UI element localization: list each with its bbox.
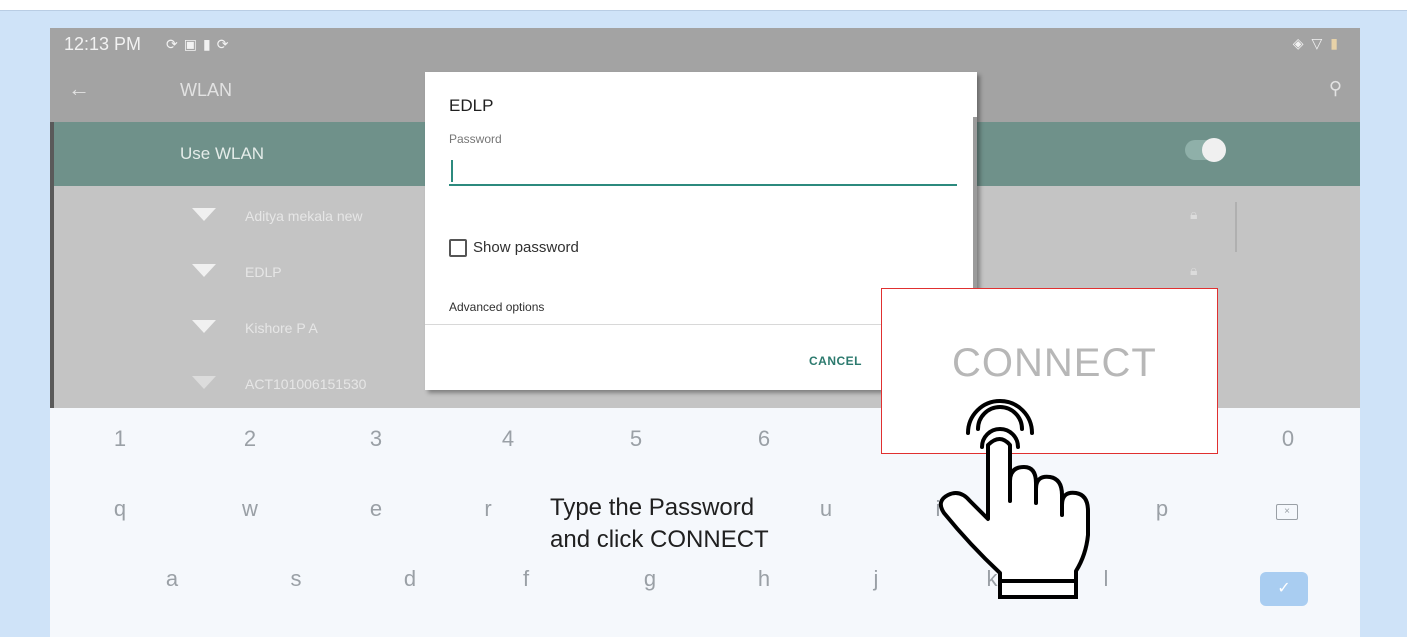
back-arrow-icon[interactable]: ← <box>68 76 90 102</box>
show-password-label[interactable]: Show password <box>473 239 579 256</box>
key-q[interactable]: q <box>100 496 140 522</box>
search-icon[interactable]: ⚲ <box>1329 78 1342 99</box>
sync-icon: ⟳ <box>216 36 235 52</box>
lock-icon: 🔒︎ <box>1190 262 1198 278</box>
backspace-icon[interactable]: × <box>1276 504 1298 520</box>
wifi-signal-icon <box>192 376 216 389</box>
dialog-scrollbar[interactable] <box>973 117 977 289</box>
status-time: 12:13 PM <box>64 34 142 54</box>
text-cursor <box>451 160 453 182</box>
enter-check-icon[interactable]: ✓ <box>1260 572 1308 606</box>
instruction-caption: Type the Password and click CONNECT <box>550 492 769 556</box>
battery-icon: ▮ <box>1330 35 1346 51</box>
notification-icons: ⟳▣▮⟳ <box>166 36 234 53</box>
caption-line-2: and click CONNECT <box>550 526 769 553</box>
key-f[interactable]: f <box>506 566 546 592</box>
key-p[interactable]: p <box>1142 496 1182 522</box>
key-g[interactable]: g <box>630 566 670 592</box>
connect-button[interactable]: CONNECT <box>952 341 1157 386</box>
cancel-button[interactable]: CANCEL <box>809 354 862 368</box>
browser-top-strip <box>0 0 1407 11</box>
key-4[interactable]: 4 <box>488 426 528 452</box>
sync-icon: ⟳ <box>166 36 184 52</box>
advanced-options[interactable]: Advanced options <box>449 300 544 314</box>
network-name: Kishore P A <box>245 320 318 336</box>
key-j[interactable]: j <box>856 566 896 592</box>
wlan-toggle-knob[interactable] <box>1202 138 1226 162</box>
lock-icon: ▮ <box>202 36 217 52</box>
show-password-checkbox[interactable] <box>449 239 467 257</box>
use-wlan-label: Use WLAN <box>180 144 265 163</box>
key-a[interactable]: a <box>152 566 192 592</box>
password-label: Password <box>449 132 502 146</box>
key-u[interactable]: u <box>806 496 846 522</box>
key-5[interactable]: 5 <box>616 426 656 452</box>
caption-line-1: Type the Password <box>550 494 755 521</box>
status-bar: 12:13 PM ⟳▣▮⟳ ◈▽▮ <box>50 28 1360 62</box>
app-bar-title: WLAN <box>180 80 233 100</box>
wifi-icon: ▽ <box>1311 35 1331 51</box>
wifi-signal-icon <box>192 320 216 333</box>
vibrate-icon: ◈ <box>1292 35 1312 51</box>
key-1[interactable]: 1 <box>100 426 140 452</box>
key-h[interactable]: h <box>744 566 784 592</box>
network-name: ACT101006151530 <box>245 376 367 392</box>
wifi-signal-icon <box>192 264 216 277</box>
key-3[interactable]: 3 <box>356 426 396 452</box>
list-divider <box>1235 202 1237 252</box>
system-icons: ◈▽▮ <box>1293 35 1346 52</box>
dialog-title: EDLP <box>449 96 494 115</box>
tap-hand-icon <box>938 399 1090 599</box>
key-w[interactable]: w <box>230 496 270 522</box>
network-name: Aditya mekala new <box>245 208 363 224</box>
key-2[interactable]: 2 <box>230 426 270 452</box>
image-icon: ▣ <box>183 36 203 52</box>
password-input[interactable] <box>449 156 957 186</box>
key-0[interactable]: 0 <box>1268 426 1308 452</box>
lock-icon: 🔒︎ <box>1190 206 1198 222</box>
key-s[interactable]: s <box>276 566 316 592</box>
key-e[interactable]: e <box>356 496 396 522</box>
key-d[interactable]: d <box>390 566 430 592</box>
network-name: EDLP <box>245 264 282 280</box>
wifi-signal-icon <box>192 208 216 221</box>
key-r[interactable]: r <box>468 496 508 522</box>
key-6[interactable]: 6 <box>744 426 784 452</box>
